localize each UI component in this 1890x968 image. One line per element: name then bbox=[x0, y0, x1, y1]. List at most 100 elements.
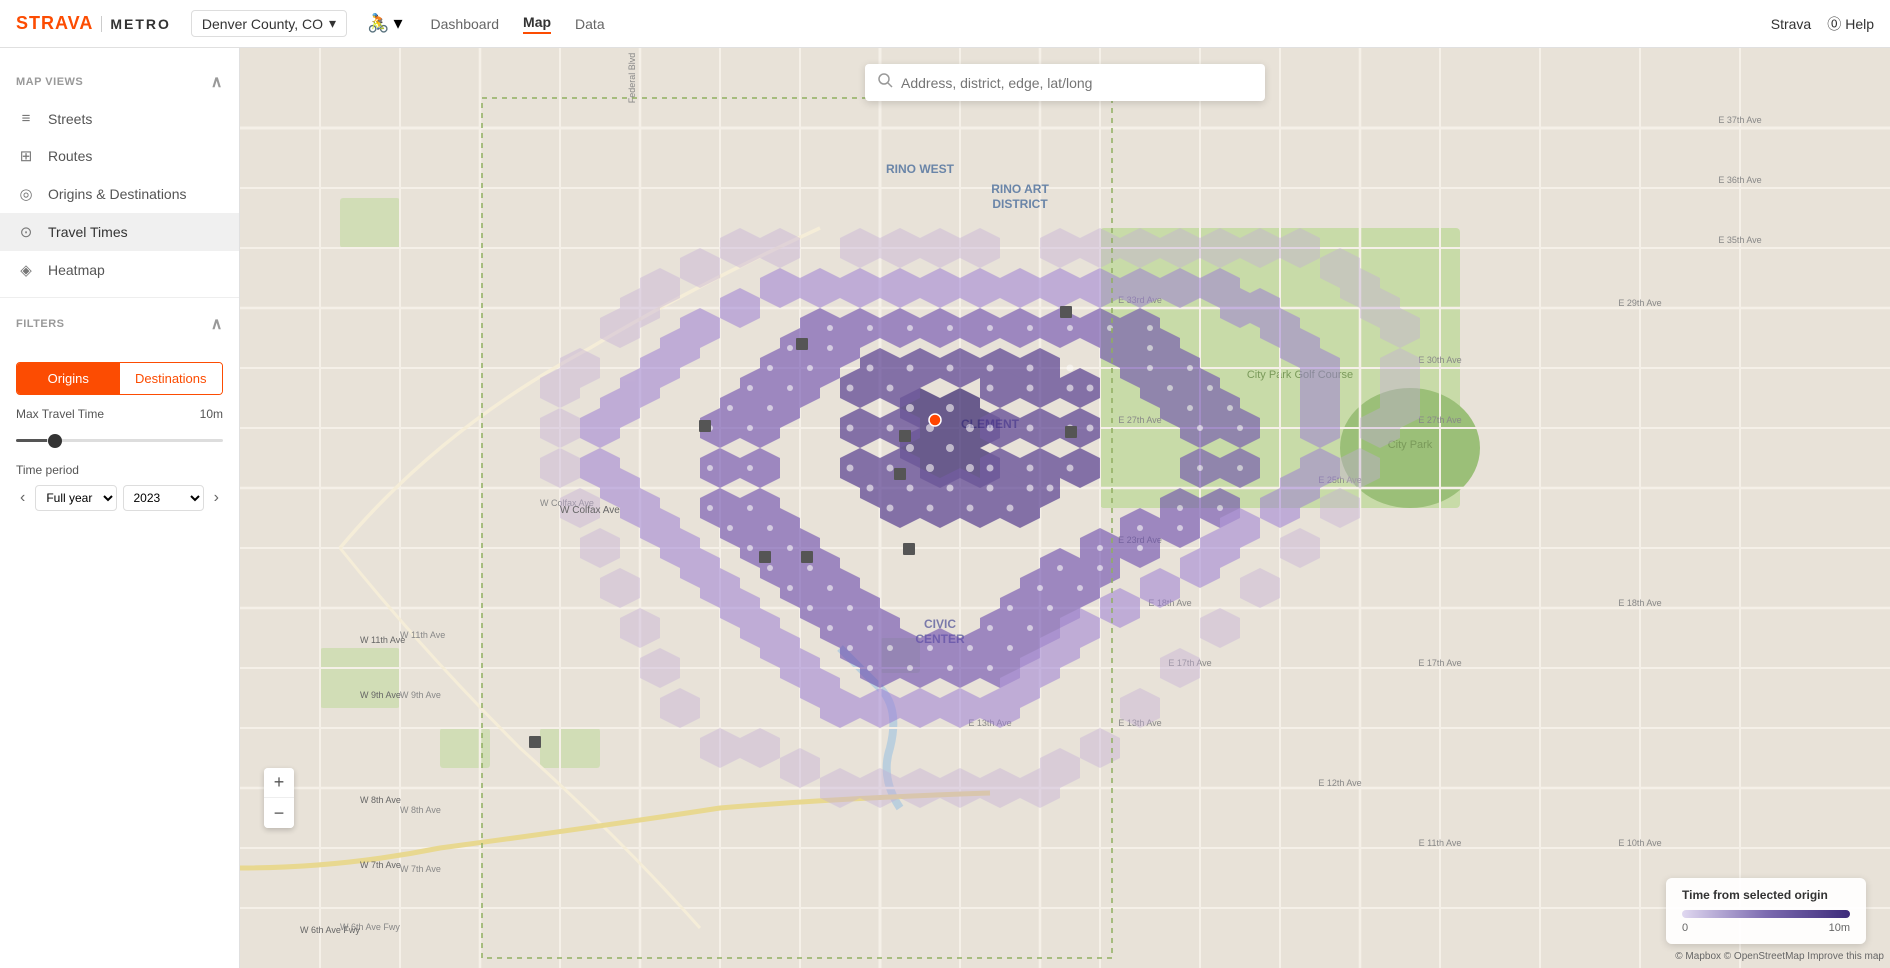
time-period-controls: ‹ Full year Q1 Q2 Q3 Q4 2023 2022 2021 2… bbox=[16, 485, 223, 511]
svg-text:RINO ART: RINO ART bbox=[991, 182, 1049, 196]
legend-max-label: 10m bbox=[1829, 922, 1850, 934]
zoom-in-btn[interactable]: + bbox=[264, 768, 294, 798]
svg-text:W 7th Ave: W 7th Ave bbox=[360, 860, 401, 870]
svg-text:W 6th Ave Fwy: W 6th Ave Fwy bbox=[300, 925, 360, 935]
heatmap-icon: ◈ bbox=[16, 261, 36, 279]
svg-text:E 27th Ave: E 27th Ave bbox=[1418, 415, 1461, 425]
max-travel-time-label-row: Max Travel Time 10m bbox=[16, 407, 223, 421]
map-search bbox=[865, 64, 1265, 101]
filters-collapse-btn[interactable]: ∧ bbox=[211, 314, 223, 334]
transport-selector[interactable]: 🚴 ▾ bbox=[367, 13, 402, 34]
location-selector[interactable]: Denver County, CO ▾ bbox=[191, 10, 347, 37]
next-period-btn[interactable]: › bbox=[210, 487, 223, 509]
search-icon bbox=[877, 72, 893, 93]
svg-text:W 8th Ave: W 8th Ave bbox=[400, 805, 441, 815]
help-circle-icon: ⓪ bbox=[1827, 14, 1841, 34]
origins-toggle-btn[interactable]: Origins bbox=[17, 363, 120, 394]
sidebar-od-label: Origins & Destinations bbox=[48, 186, 187, 202]
nav-data[interactable]: Data bbox=[575, 16, 605, 32]
map-views-label: MAP VIEWS bbox=[16, 76, 83, 88]
route-icon: ⊞ bbox=[16, 147, 36, 165]
main-area: MAP VIEWS ∧ ≡ Streets ⊞ Routes ◎ Origins… bbox=[0, 48, 1890, 968]
map-views-section-header: MAP VIEWS ∧ bbox=[0, 64, 239, 100]
legend-labels: 0 10m bbox=[1682, 922, 1850, 934]
nav-links: Dashboard Map Data bbox=[431, 14, 605, 34]
bike-icon: 🚴 bbox=[367, 13, 389, 34]
location-text: Denver County, CO bbox=[202, 16, 323, 32]
legend: Time from selected origin 0 10m bbox=[1666, 878, 1866, 944]
prev-period-btn[interactable]: ‹ bbox=[16, 487, 29, 509]
svg-text:E 35th Ave: E 35th Ave bbox=[1718, 235, 1761, 245]
svg-text:RINO WEST: RINO WEST bbox=[886, 162, 955, 176]
max-travel-time-value: 10m bbox=[200, 407, 223, 421]
svg-text:City Park: City Park bbox=[1388, 439, 1433, 451]
sidebar-divider bbox=[0, 297, 239, 298]
travel-time-slider-container bbox=[16, 429, 223, 447]
time-period-label: Time period bbox=[16, 463, 223, 477]
sidebar-travel-label: Travel Times bbox=[48, 224, 128, 240]
help-button[interactable]: ⓪ Help bbox=[1827, 14, 1874, 34]
svg-text:E 11th Ave: E 11th Ave bbox=[1419, 838, 1462, 848]
strava-account-link[interactable]: Strava bbox=[1771, 16, 1811, 32]
transport-chevron-icon: ▾ bbox=[393, 13, 402, 34]
year-select[interactable]: 2023 2022 2021 2020 bbox=[123, 485, 204, 511]
sidebar-streets-label: Streets bbox=[48, 111, 92, 127]
origins-destinations-toggle: Origins Destinations bbox=[16, 362, 223, 395]
sidebar-item-travel-times[interactable]: ⊙ Travel Times bbox=[0, 213, 239, 251]
sidebar-item-od[interactable]: ◎ Origins & Destinations bbox=[0, 175, 239, 213]
svg-text:W Colfax Ave: W Colfax Ave bbox=[560, 505, 620, 516]
svg-text:W 8th Ave: W 8th Ave bbox=[360, 795, 401, 805]
strava-logo: STRAVA bbox=[16, 13, 93, 34]
svg-text:W 9th Ave: W 9th Ave bbox=[400, 690, 441, 700]
header: STRAVA METRO Denver County, CO ▾ 🚴 ▾ Das… bbox=[0, 0, 1890, 48]
zoom-out-btn[interactable]: − bbox=[264, 798, 294, 828]
sidebar: MAP VIEWS ∧ ≡ Streets ⊞ Routes ◎ Origins… bbox=[0, 48, 240, 968]
svg-text:E 12th Ave: E 12th Ave bbox=[1318, 778, 1361, 788]
nav-map[interactable]: Map bbox=[523, 14, 551, 34]
svg-text:E 10th Ave: E 10th Ave bbox=[1618, 838, 1661, 848]
max-travel-time-label: Max Travel Time bbox=[16, 407, 104, 421]
period-select[interactable]: Full year Q1 Q2 Q3 Q4 bbox=[35, 485, 116, 511]
chevron-down-icon: ▾ bbox=[329, 15, 336, 32]
sidebar-heatmap-label: Heatmap bbox=[48, 262, 105, 278]
legend-gradient-bar bbox=[1682, 910, 1850, 918]
legend-min-label: 0 bbox=[1682, 922, 1688, 934]
header-right: Strava ⓪ Help bbox=[1771, 14, 1874, 34]
filters-section: Origins Destinations Max Travel Time 10m… bbox=[0, 342, 239, 519]
svg-text:Federal Blvd: Federal Blvd bbox=[627, 53, 637, 104]
street-icon: ≡ bbox=[16, 110, 36, 127]
filters-label: FILTERS bbox=[16, 318, 65, 330]
svg-text:W 7th Ave: W 7th Ave bbox=[400, 864, 441, 874]
metro-logo: METRO bbox=[101, 16, 171, 32]
svg-text:E 18th Ave: E 18th Ave bbox=[1618, 598, 1661, 608]
destinations-toggle-btn[interactable]: Destinations bbox=[120, 363, 223, 394]
filters-section-header: FILTERS ∧ bbox=[0, 306, 239, 342]
svg-text:W 11th Ave: W 11th Ave bbox=[400, 630, 445, 640]
svg-text:E 36th Ave: E 36th Ave bbox=[1718, 175, 1761, 185]
svg-text:W 11th Ave: W 11th Ave bbox=[360, 635, 405, 645]
nav-dashboard[interactable]: Dashboard bbox=[431, 16, 500, 32]
svg-text:E 37th Ave: E 37th Ave bbox=[1718, 115, 1761, 125]
svg-text:E 30th Ave: E 30th Ave bbox=[1418, 355, 1461, 365]
map-copyright: © Mapbox © OpenStreetMap Improve this ma… bbox=[1675, 951, 1884, 962]
legend-title: Time from selected origin bbox=[1682, 888, 1850, 902]
svg-text:E 29th Ave: E 29th Ave bbox=[1618, 298, 1661, 308]
map-background: City Park Golf Course City Park bbox=[240, 48, 1890, 968]
svg-text:E 27th Ave: E 27th Ave bbox=[1118, 415, 1161, 425]
map-svg: City Park Golf Course City Park bbox=[240, 48, 1890, 968]
svg-text:W 9th Ave: W 9th Ave bbox=[360, 690, 401, 700]
travel-time-slider[interactable] bbox=[16, 439, 223, 442]
travel-icon: ⊙ bbox=[16, 223, 36, 241]
svg-text:E 17th Ave: E 17th Ave bbox=[1418, 658, 1461, 668]
sidebar-item-routes[interactable]: ⊞ Routes bbox=[0, 137, 239, 175]
sidebar-item-heatmap[interactable]: ◈ Heatmap bbox=[0, 251, 239, 289]
logo-area: STRAVA METRO bbox=[16, 13, 171, 34]
od-icon: ◎ bbox=[16, 185, 36, 203]
search-input[interactable] bbox=[901, 75, 1253, 91]
sidebar-item-streets[interactable]: ≡ Streets bbox=[0, 100, 239, 137]
map-area[interactable]: City Park Golf Course City Park bbox=[240, 48, 1890, 968]
svg-text:DISTRICT: DISTRICT bbox=[992, 197, 1048, 211]
map-views-collapse-btn[interactable]: ∧ bbox=[211, 72, 223, 92]
zoom-controls: + − bbox=[264, 768, 294, 828]
sidebar-routes-label: Routes bbox=[48, 148, 92, 164]
